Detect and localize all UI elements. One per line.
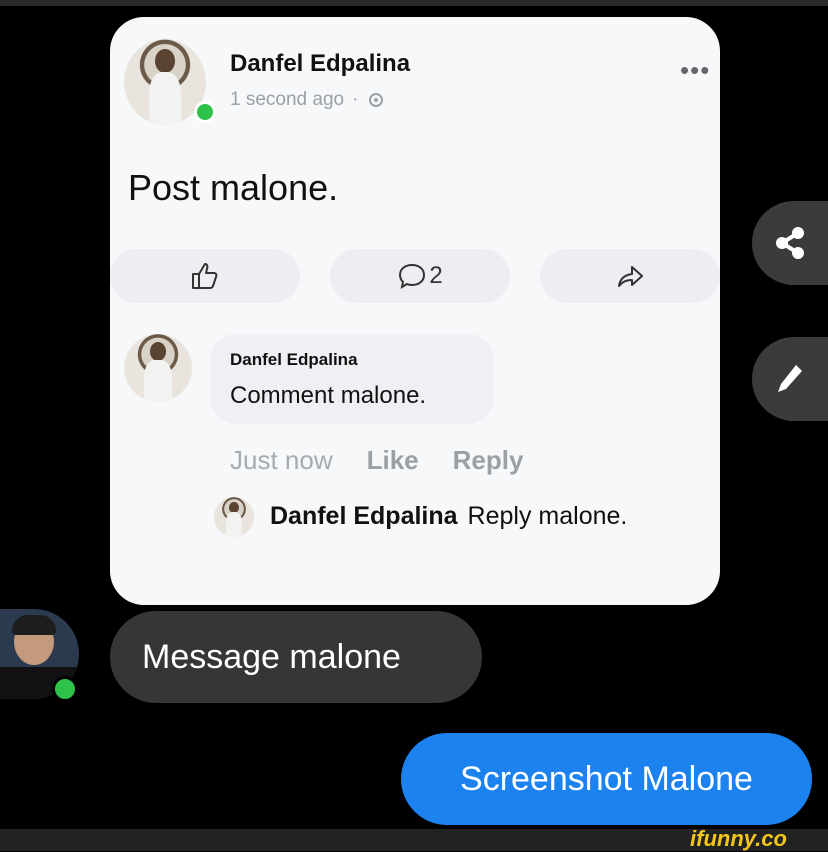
post-author-name[interactable]: Danfel Edpalina xyxy=(230,50,410,78)
commenter-avatar[interactable] xyxy=(124,334,192,402)
shared-post-card[interactable]: Danfel Edpalina 1 second ago · ••• Post … xyxy=(110,17,720,605)
meta-separator: · xyxy=(352,89,359,110)
comment-time: Just now xyxy=(230,445,333,475)
comment-icon xyxy=(399,263,426,290)
share-icon xyxy=(776,227,804,259)
edit-fab-button[interactable] xyxy=(752,337,828,421)
online-status-dot xyxy=(194,101,216,123)
comment-actions: Just now Like Reply xyxy=(230,445,523,476)
more-dots-icon[interactable]: ••• xyxy=(680,55,710,86)
edit-pencil-icon xyxy=(778,365,802,392)
comment-count: 2 xyxy=(429,262,443,289)
sender-online-dot xyxy=(52,676,78,702)
top-divider xyxy=(0,0,828,6)
incoming-message[interactable]: Message malone xyxy=(110,611,482,703)
share-fab-button[interactable] xyxy=(752,201,828,285)
reply-avatar[interactable] xyxy=(214,497,254,537)
share-post-button[interactable] xyxy=(540,249,720,303)
share-arrow-icon xyxy=(618,266,643,287)
post-timestamp: 1 second ago xyxy=(230,89,345,110)
reply-preview[interactable]: Danfel Edpalina Reply malone. xyxy=(270,502,627,531)
post-meta: 1 second ago · xyxy=(230,89,386,111)
comment-like-link[interactable]: Like xyxy=(367,445,419,476)
reply-author: Danfel Edpalina xyxy=(270,502,458,530)
comment-button[interactable]: 2 xyxy=(330,249,510,303)
comment-author[interactable]: Danfel Edpalina xyxy=(230,350,358,370)
reply-text: Reply malone. xyxy=(467,502,628,530)
thumbs-up-icon xyxy=(192,263,218,289)
post-text: Post malone. xyxy=(128,167,339,208)
ifunny-watermark: ifunny.co xyxy=(690,826,787,851)
outgoing-message[interactable]: Screenshot Malone xyxy=(401,733,812,825)
comment-reply-link[interactable]: Reply xyxy=(453,445,524,476)
comment-text: Comment malone. xyxy=(230,382,427,409)
comment-bubble[interactable]: Danfel Edpalina Comment malone. xyxy=(210,334,494,424)
gear-icon xyxy=(369,93,384,107)
like-button[interactable] xyxy=(110,249,300,303)
